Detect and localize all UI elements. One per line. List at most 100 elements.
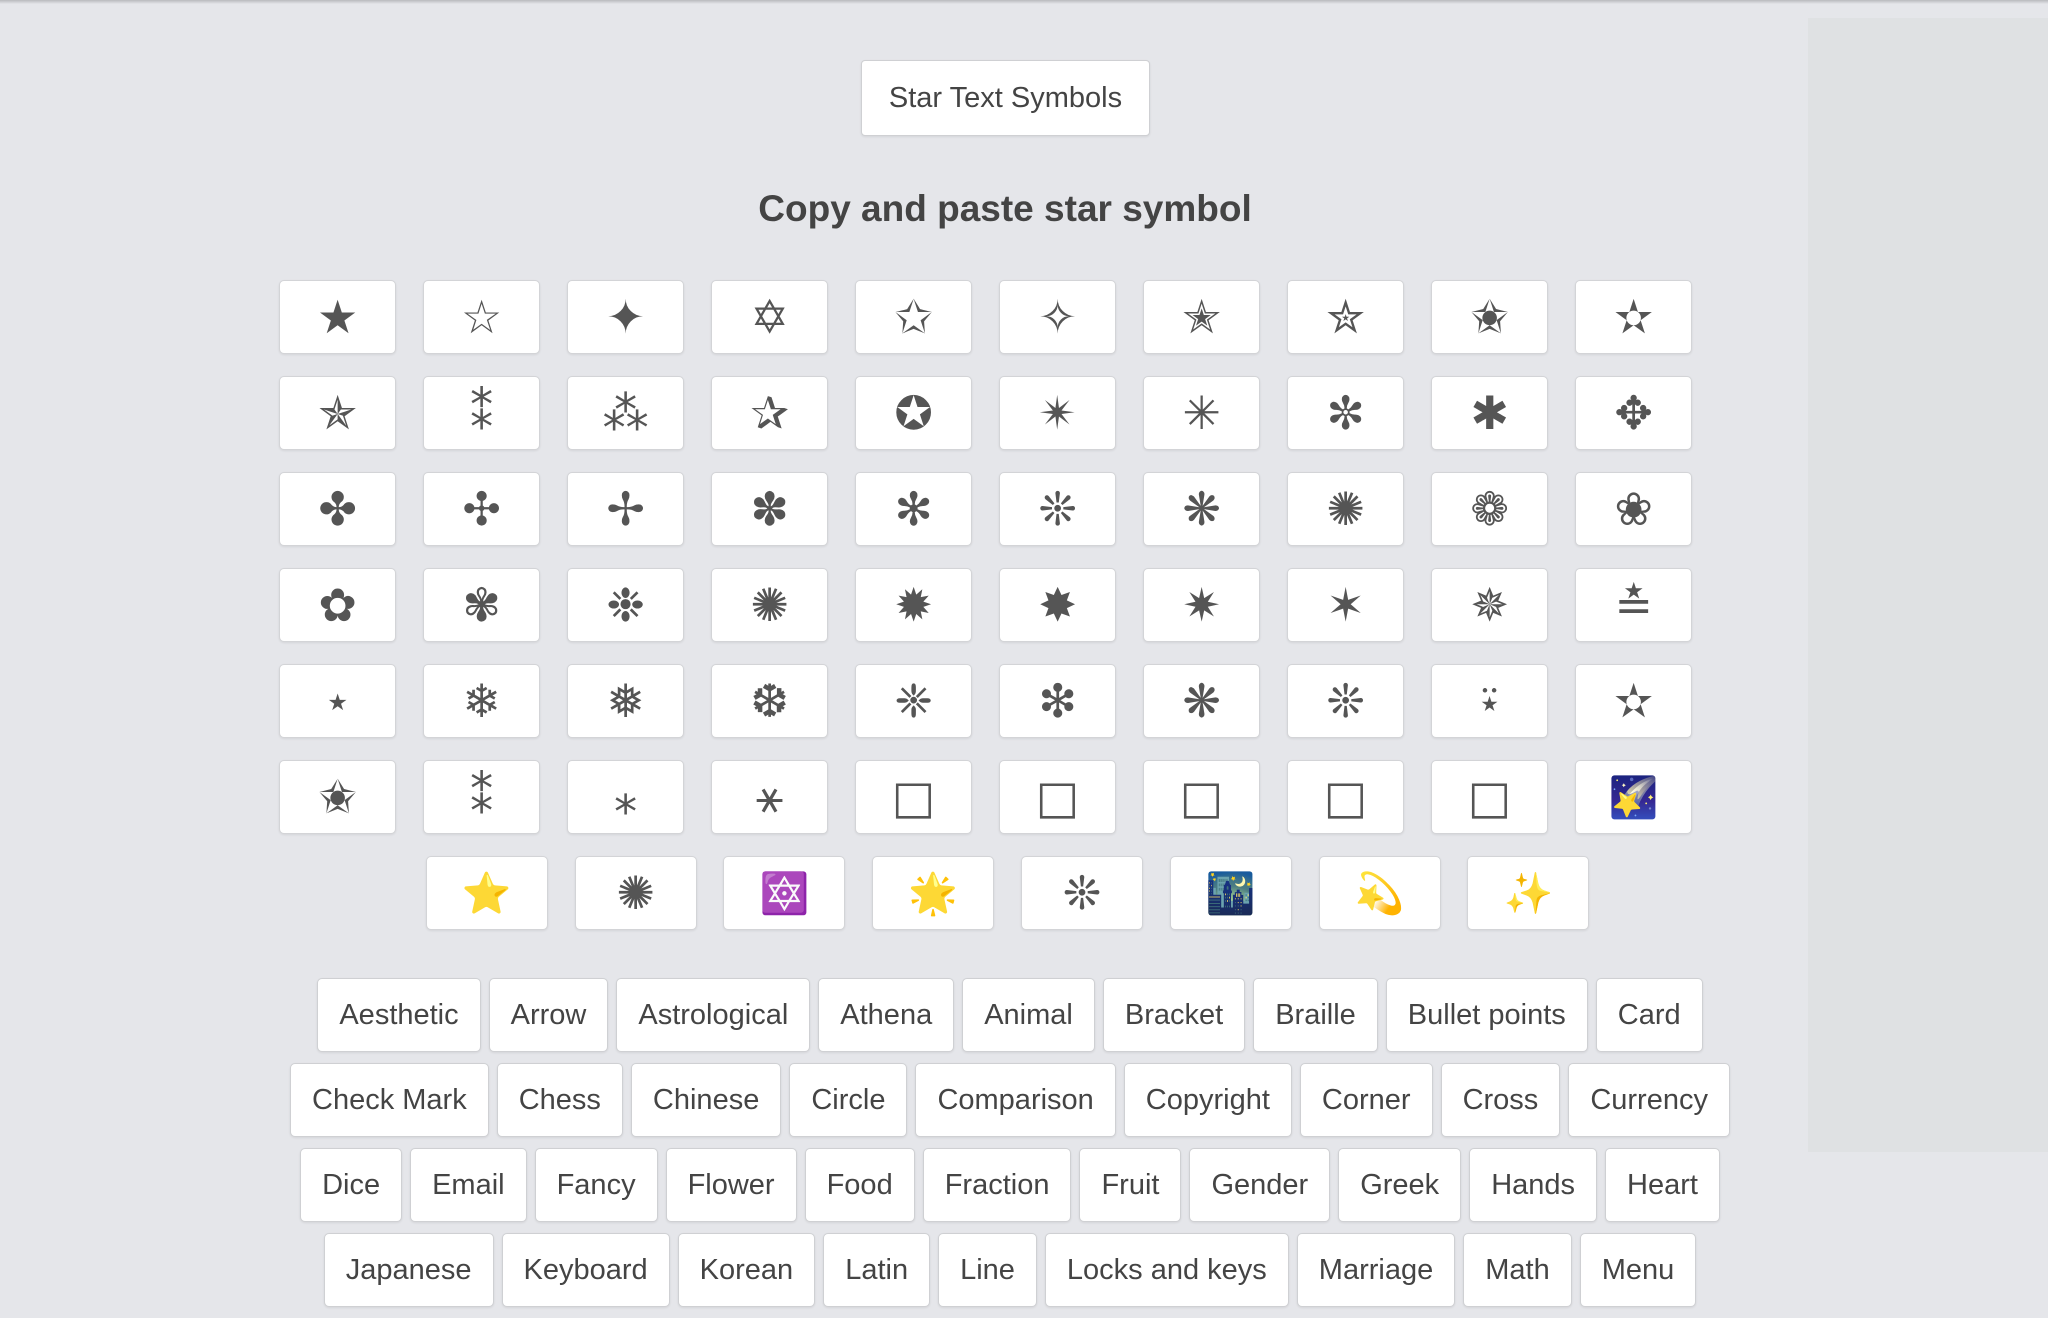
symbol-copy-button[interactable]: ❅ [567, 664, 685, 738]
category-link[interactable]: Chinese [630, 1063, 782, 1137]
symbol-copy-button[interactable]: □ [1287, 760, 1405, 834]
category-link[interactable]: Aesthetic [317, 978, 481, 1052]
symbol-copy-button[interactable]: ✺ [574, 856, 697, 930]
symbol-copy-button[interactable]: ❊ [1287, 664, 1405, 738]
symbol-copy-button[interactable]: ★ [279, 280, 397, 354]
category-link[interactable]: Check Mark [290, 1063, 489, 1137]
symbol-copy-button[interactable]: 🔯 [723, 856, 846, 930]
category-link[interactable]: Copyright [1123, 1063, 1292, 1137]
category-link[interactable]: Email [410, 1148, 527, 1222]
category-link[interactable]: Food [804, 1148, 915, 1222]
symbol-copy-button[interactable]: ✾ [423, 568, 541, 642]
symbol-copy-button[interactable]: ❊ [1020, 856, 1143, 930]
symbol-copy-button[interactable]: ⋆ [279, 664, 397, 738]
symbol-copy-button[interactable]: ✵ [1431, 568, 1549, 642]
symbol-copy-button[interactable]: ✫ [1575, 280, 1693, 354]
symbol-copy-button[interactable]: ✧ [999, 280, 1117, 354]
category-link[interactable]: Circle [789, 1063, 908, 1137]
symbol-copy-button[interactable]: ✺ [1287, 472, 1405, 546]
category-link[interactable]: Comparison [915, 1063, 1116, 1137]
symbol-copy-button[interactable]: ✩ [855, 280, 973, 354]
symbol-copy-button[interactable]: ✯ [279, 376, 397, 450]
category-link[interactable]: Card [1595, 978, 1703, 1052]
category-link[interactable]: Fraction [922, 1148, 1072, 1222]
symbol-copy-button[interactable]: ✸ [999, 568, 1117, 642]
symbol-copy-button[interactable]: ⁑ [423, 760, 541, 834]
category-link[interactable]: Keyboard [501, 1233, 670, 1307]
category-link[interactable]: Japanese [323, 1233, 494, 1307]
symbol-copy-button[interactable]: ✮ [1287, 280, 1405, 354]
category-link[interactable]: Astrological [616, 978, 811, 1052]
category-link[interactable]: Line [938, 1233, 1037, 1307]
symbol-copy-button[interactable]: ⚹ [711, 760, 829, 834]
category-link[interactable]: Greek [1338, 1148, 1462, 1222]
category-link[interactable]: Corner [1299, 1063, 1433, 1137]
symbol-copy-button[interactable]: ✰ [711, 376, 829, 450]
symbol-copy-button[interactable]: ✬ [279, 760, 397, 834]
category-link[interactable]: Heart [1605, 1148, 1720, 1222]
category-link[interactable]: Dice [300, 1148, 403, 1222]
symbol-copy-button[interactable]: □ [1143, 760, 1261, 834]
symbol-copy-button[interactable]: ✿ [279, 568, 397, 642]
symbol-copy-button[interactable]: □ [855, 760, 973, 834]
category-link[interactable]: Marriage [1296, 1233, 1456, 1307]
category-link[interactable]: Hands [1469, 1148, 1598, 1222]
symbol-copy-button[interactable]: ✳ [1143, 376, 1261, 450]
category-link[interactable]: Gender [1189, 1148, 1331, 1222]
symbol-copy-button[interactable]: ❊ [999, 472, 1117, 546]
category-link[interactable]: Korean [677, 1233, 816, 1307]
category-link[interactable]: Flower [665, 1148, 797, 1222]
symbol-copy-button[interactable]: ✤ [279, 472, 397, 546]
symbol-copy-button[interactable]: ❈ [855, 664, 973, 738]
symbol-copy-button[interactable]: ≛ [1575, 568, 1693, 642]
category-link[interactable]: Bracket [1102, 978, 1246, 1052]
category-link[interactable]: Athena [818, 978, 955, 1052]
symbol-copy-button[interactable]: ⭐ [425, 856, 548, 930]
symbol-copy-button[interactable]: ✺ [711, 568, 829, 642]
symbol-copy-button[interactable]: ⁂ [567, 376, 685, 450]
category-link[interactable]: Fancy [534, 1148, 658, 1222]
symbol-copy-button[interactable]: ⍣ [1431, 664, 1549, 738]
symbol-copy-button[interactable]: ☆ [423, 280, 541, 354]
symbol-copy-button[interactable]: ✫ [1575, 664, 1693, 738]
category-link[interactable]: Latin [823, 1233, 931, 1307]
category-link[interactable]: Menu [1579, 1233, 1697, 1307]
symbol-copy-button[interactable]: ✻ [855, 472, 973, 546]
symbol-copy-button[interactable]: ❉ [567, 568, 685, 642]
symbol-copy-button[interactable]: ❁ [1431, 472, 1549, 546]
category-link[interactable]: Cross [1440, 1063, 1561, 1137]
symbol-copy-button[interactable]: ✨ [1467, 856, 1590, 930]
symbol-copy-button[interactable]: ✬ [1431, 280, 1549, 354]
category-link[interactable]: Animal [962, 978, 1095, 1052]
category-link[interactable]: Braille [1253, 978, 1378, 1052]
symbol-copy-button[interactable]: ✡ [711, 280, 829, 354]
star-text-symbols-button[interactable]: Star Text Symbols [861, 60, 1150, 136]
symbol-copy-button[interactable]: ✼ [1287, 376, 1405, 450]
category-link[interactable]: Chess [496, 1063, 623, 1137]
symbol-copy-button[interactable]: 💫 [1318, 856, 1441, 930]
symbol-copy-button[interactable]: ❄ [423, 664, 541, 738]
symbol-copy-button[interactable]: ✦ [567, 280, 685, 354]
symbol-copy-button[interactable]: ✪ [855, 376, 973, 450]
symbol-copy-button[interactable]: ⁎ [567, 760, 685, 834]
symbol-copy-button[interactable]: ✣ [423, 472, 541, 546]
category-link[interactable]: Arrow [488, 978, 609, 1052]
category-link[interactable]: Bullet points [1385, 978, 1588, 1052]
symbol-copy-button[interactable]: ❆ [711, 664, 829, 738]
category-link[interactable]: Math [1463, 1233, 1572, 1307]
symbol-copy-button[interactable]: ✭ [1143, 280, 1261, 354]
symbol-copy-button[interactable]: ✥ [1575, 376, 1693, 450]
symbol-copy-button[interactable]: ✶ [1287, 568, 1405, 642]
symbol-copy-button[interactable]: ✷ [1143, 568, 1261, 642]
symbol-copy-button[interactable]: ❋ [1143, 664, 1261, 738]
symbol-copy-button[interactable]: ✹ [855, 568, 973, 642]
symbol-copy-button[interactable]: ✽ [711, 472, 829, 546]
symbol-copy-button[interactable]: 🌟 [872, 856, 995, 930]
symbol-copy-button[interactable]: ❋ [1143, 472, 1261, 546]
symbol-copy-button[interactable]: 🌃 [1169, 856, 1292, 930]
category-link[interactable]: Currency [1568, 1063, 1730, 1137]
symbol-copy-button[interactable]: □ [1431, 760, 1549, 834]
symbol-copy-button[interactable]: 🌠 [1575, 760, 1693, 834]
symbol-copy-button[interactable]: ❀ [1575, 472, 1693, 546]
symbol-copy-button[interactable]: □ [999, 760, 1117, 834]
